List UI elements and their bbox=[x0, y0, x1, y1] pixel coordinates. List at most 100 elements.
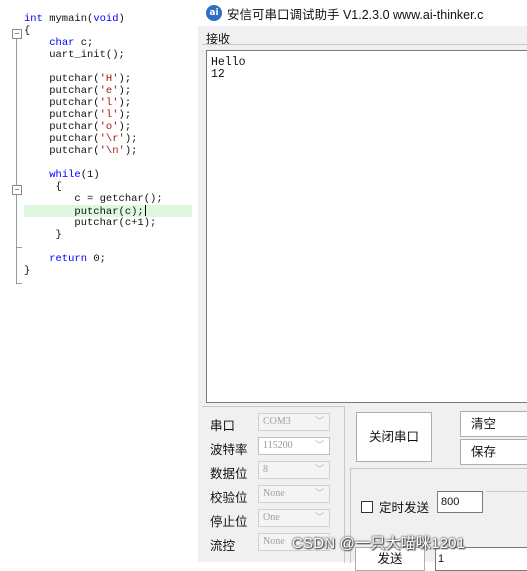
chevron-down-icon: ﹀ bbox=[314, 489, 324, 499]
fold-collapse-icon[interactable]: − bbox=[12, 29, 22, 39]
code-text: c = getchar(); bbox=[24, 193, 163, 205]
code-text: } bbox=[24, 265, 31, 277]
code-line[interactable]: putchar(c); bbox=[24, 205, 192, 218]
code-text: putchar( bbox=[24, 121, 100, 133]
code-line[interactable]: uart_init(); bbox=[24, 49, 163, 61]
setting-label: 停止位 bbox=[210, 515, 248, 529]
fold-collapse-icon[interactable]: − bbox=[12, 185, 22, 195]
watermark: CSDN @一只大喵咪1201 bbox=[292, 535, 466, 552]
code-keyword: char bbox=[49, 37, 75, 49]
code-line[interactable]: int mymain(void) bbox=[24, 13, 163, 25]
receive-textarea[interactable]: Hello 12 bbox=[206, 50, 527, 403]
code-text: putchar( bbox=[24, 109, 100, 121]
setting-row: 停止位 One ﹀ bbox=[202, 509, 342, 529]
setting-select[interactable]: One ﹀ bbox=[258, 509, 330, 527]
code-line[interactable]: putchar('\r'); bbox=[24, 133, 163, 145]
code-text[interactable]: int mymain(void){ char c; uart_init(); p… bbox=[24, 13, 192, 277]
setting-row: 串口 COM3 ﹀ bbox=[202, 413, 342, 433]
app-body: 接收 Hello 12 串口 COM3 ﹀ 波特率 115200 ﹀ 数据位 8 ﹀ 校验位 None… bbox=[198, 26, 527, 571]
app-logo-icon: ai bbox=[206, 5, 222, 21]
serial-assistant-window: ai 安信可串口调试助手 V1.2.3.0 www.ai-thinker.c 接… bbox=[198, 0, 527, 571]
code-line[interactable]: { bbox=[24, 25, 163, 37]
code-text: 0; bbox=[87, 253, 106, 265]
fold-end-marker bbox=[16, 247, 22, 248]
code-text: ); bbox=[118, 121, 132, 133]
code-keyword: while bbox=[49, 169, 81, 181]
setting-value: COM3 bbox=[263, 416, 291, 427]
code-line[interactable]: while(1) bbox=[24, 169, 163, 181]
code-line[interactable]: { bbox=[24, 181, 163, 193]
code-line[interactable]: return 0; bbox=[24, 253, 163, 265]
close-port-button[interactable]: 关闭串口 bbox=[356, 412, 432, 462]
setting-value: None bbox=[263, 536, 285, 547]
fold-end-marker bbox=[16, 283, 22, 284]
send-interval-input[interactable]: 800 bbox=[437, 491, 483, 513]
code-line[interactable]: putchar(c+1); bbox=[24, 217, 163, 229]
setting-label: 波特率 bbox=[210, 443, 248, 457]
code-line[interactable]: } bbox=[24, 229, 163, 241]
code-string: '\r' bbox=[99, 133, 125, 145]
code-text: putchar( bbox=[24, 85, 100, 97]
timed-send-toggle[interactable]: 定时发送 bbox=[361, 497, 429, 516]
code-keyword: return bbox=[49, 253, 88, 265]
code-line[interactable]: putchar('e'); bbox=[24, 85, 163, 97]
code-text: ); bbox=[118, 85, 132, 97]
code-text: { bbox=[24, 181, 62, 193]
setting-label: 数据位 bbox=[210, 467, 248, 481]
code-text: } bbox=[24, 229, 62, 241]
code-text: (1) bbox=[80, 169, 100, 181]
setting-row: 波特率 115200 ﹀ bbox=[202, 437, 342, 457]
setting-label: 串口 bbox=[210, 419, 236, 433]
code-text: ); bbox=[124, 145, 138, 157]
code-text: ); bbox=[124, 133, 138, 145]
code-keyword: int bbox=[24, 13, 43, 25]
code-text: putchar( bbox=[24, 73, 100, 85]
setting-select[interactable]: 8 ﹀ bbox=[258, 461, 330, 479]
setting-value: None bbox=[263, 488, 285, 499]
code-line[interactable]: putchar('o'); bbox=[24, 121, 163, 133]
timed-send-checkbox[interactable] bbox=[361, 500, 373, 513]
code-editor[interactable]: − − int mymain(void){ char c; uart_init(… bbox=[0, 0, 196, 300]
code-line[interactable] bbox=[24, 241, 163, 253]
code-string: 'o' bbox=[99, 121, 119, 133]
setting-label: 流控 bbox=[210, 539, 236, 553]
code-string: 'e' bbox=[99, 85, 119, 97]
code-line[interactable]: putchar('\n'); bbox=[24, 145, 163, 157]
setting-select[interactable]: None ﹀ bbox=[258, 485, 330, 503]
clear-button[interactable]: 清空 bbox=[460, 411, 527, 437]
code-text: putchar( bbox=[24, 145, 100, 157]
code-line[interactable]: putchar('H'); bbox=[24, 73, 163, 85]
code-line[interactable]: putchar('l'); bbox=[24, 109, 163, 121]
code-text: mymain( bbox=[42, 13, 94, 25]
code-text: ); bbox=[118, 109, 132, 121]
code-line[interactable]: } bbox=[24, 265, 163, 277]
setting-value: One bbox=[263, 512, 280, 523]
code-text: c; bbox=[74, 37, 94, 49]
code-line[interactable] bbox=[24, 157, 163, 169]
setting-value: 8 bbox=[263, 464, 268, 475]
setting-select[interactable]: 115200 ﹀ bbox=[258, 437, 330, 455]
code-text: putchar( bbox=[24, 97, 100, 109]
setting-select[interactable]: COM3 ﹀ bbox=[258, 413, 330, 431]
interval-unit-box bbox=[486, 491, 527, 514]
save-button[interactable]: 保存 bbox=[460, 439, 527, 465]
chevron-down-icon: ﹀ bbox=[314, 417, 324, 427]
code-text: uart_init(); bbox=[24, 49, 125, 61]
code-string: 'l' bbox=[99, 109, 119, 121]
code-line[interactable]: char c; bbox=[24, 37, 163, 49]
receive-group: Hello 12 bbox=[202, 44, 527, 403]
code-line[interactable]: putchar('l'); bbox=[24, 97, 163, 109]
chevron-down-icon: ﹀ bbox=[314, 441, 324, 451]
code-line[interactable] bbox=[24, 61, 163, 73]
code-text: putchar(c+1); bbox=[24, 217, 157, 229]
code-text: ); bbox=[118, 73, 132, 85]
code-line[interactable]: c = getchar(); bbox=[24, 193, 163, 205]
code-string: '\n' bbox=[99, 145, 125, 157]
code-keyword: void bbox=[93, 13, 119, 25]
code-string: 'l' bbox=[99, 97, 119, 109]
